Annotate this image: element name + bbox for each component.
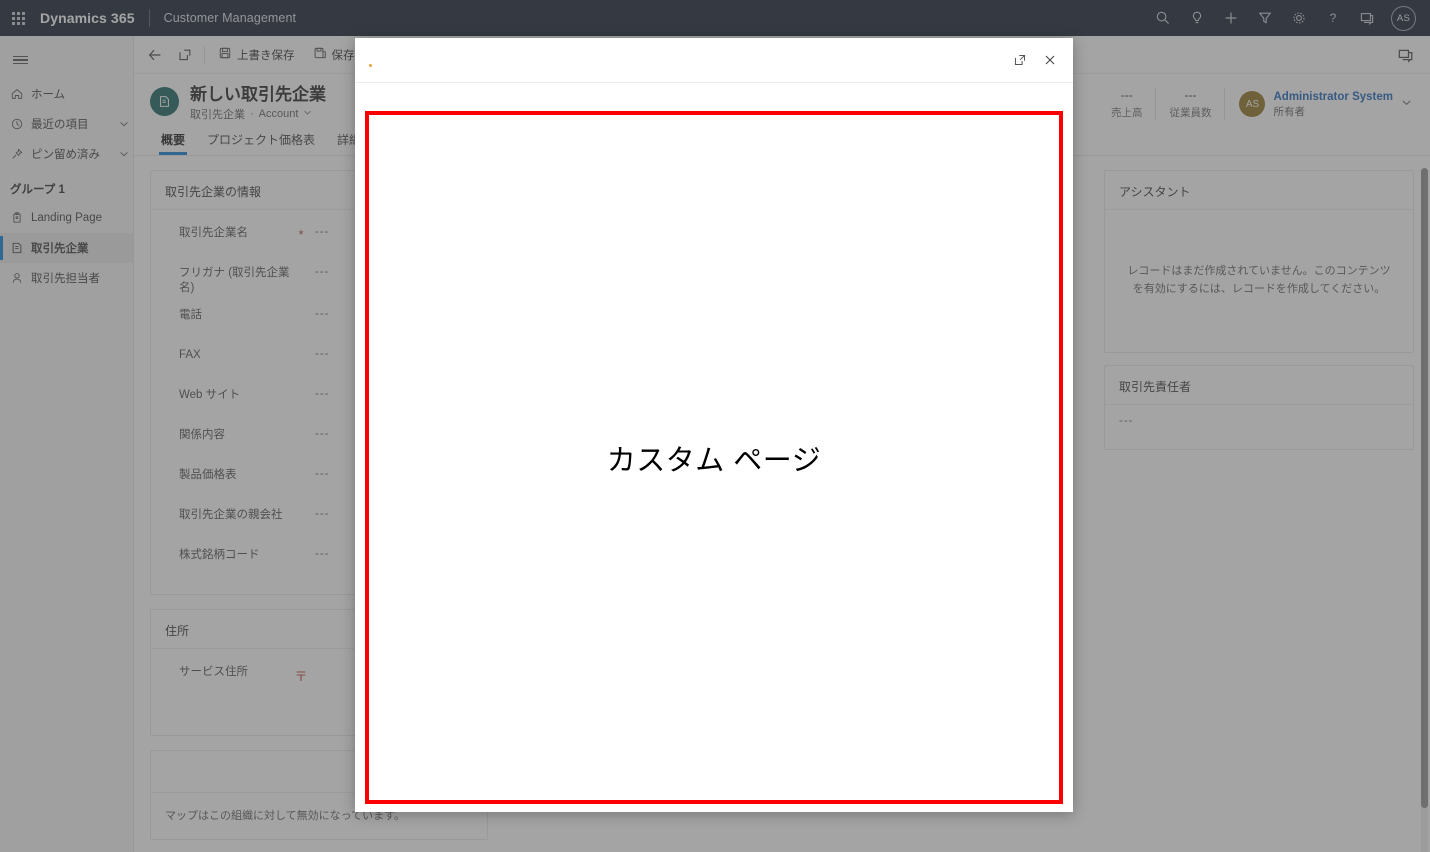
dialog-header bbox=[355, 38, 1073, 83]
custom-page-dialog: カスタム ページ bbox=[355, 38, 1073, 812]
dialog-body: カスタム ページ bbox=[355, 83, 1073, 812]
dialog-header-actions bbox=[1007, 47, 1063, 73]
app-root: Dynamics 365 Customer Management ? bbox=[0, 0, 1430, 852]
custom-page-label: カスタム ページ bbox=[606, 444, 822, 477]
dialog-status-dot-icon bbox=[369, 63, 372, 67]
popout-icon[interactable] bbox=[1007, 47, 1033, 73]
close-icon[interactable] bbox=[1037, 47, 1063, 73]
custom-page-highlight-region[interactable]: カスタム ページ bbox=[365, 111, 1063, 804]
